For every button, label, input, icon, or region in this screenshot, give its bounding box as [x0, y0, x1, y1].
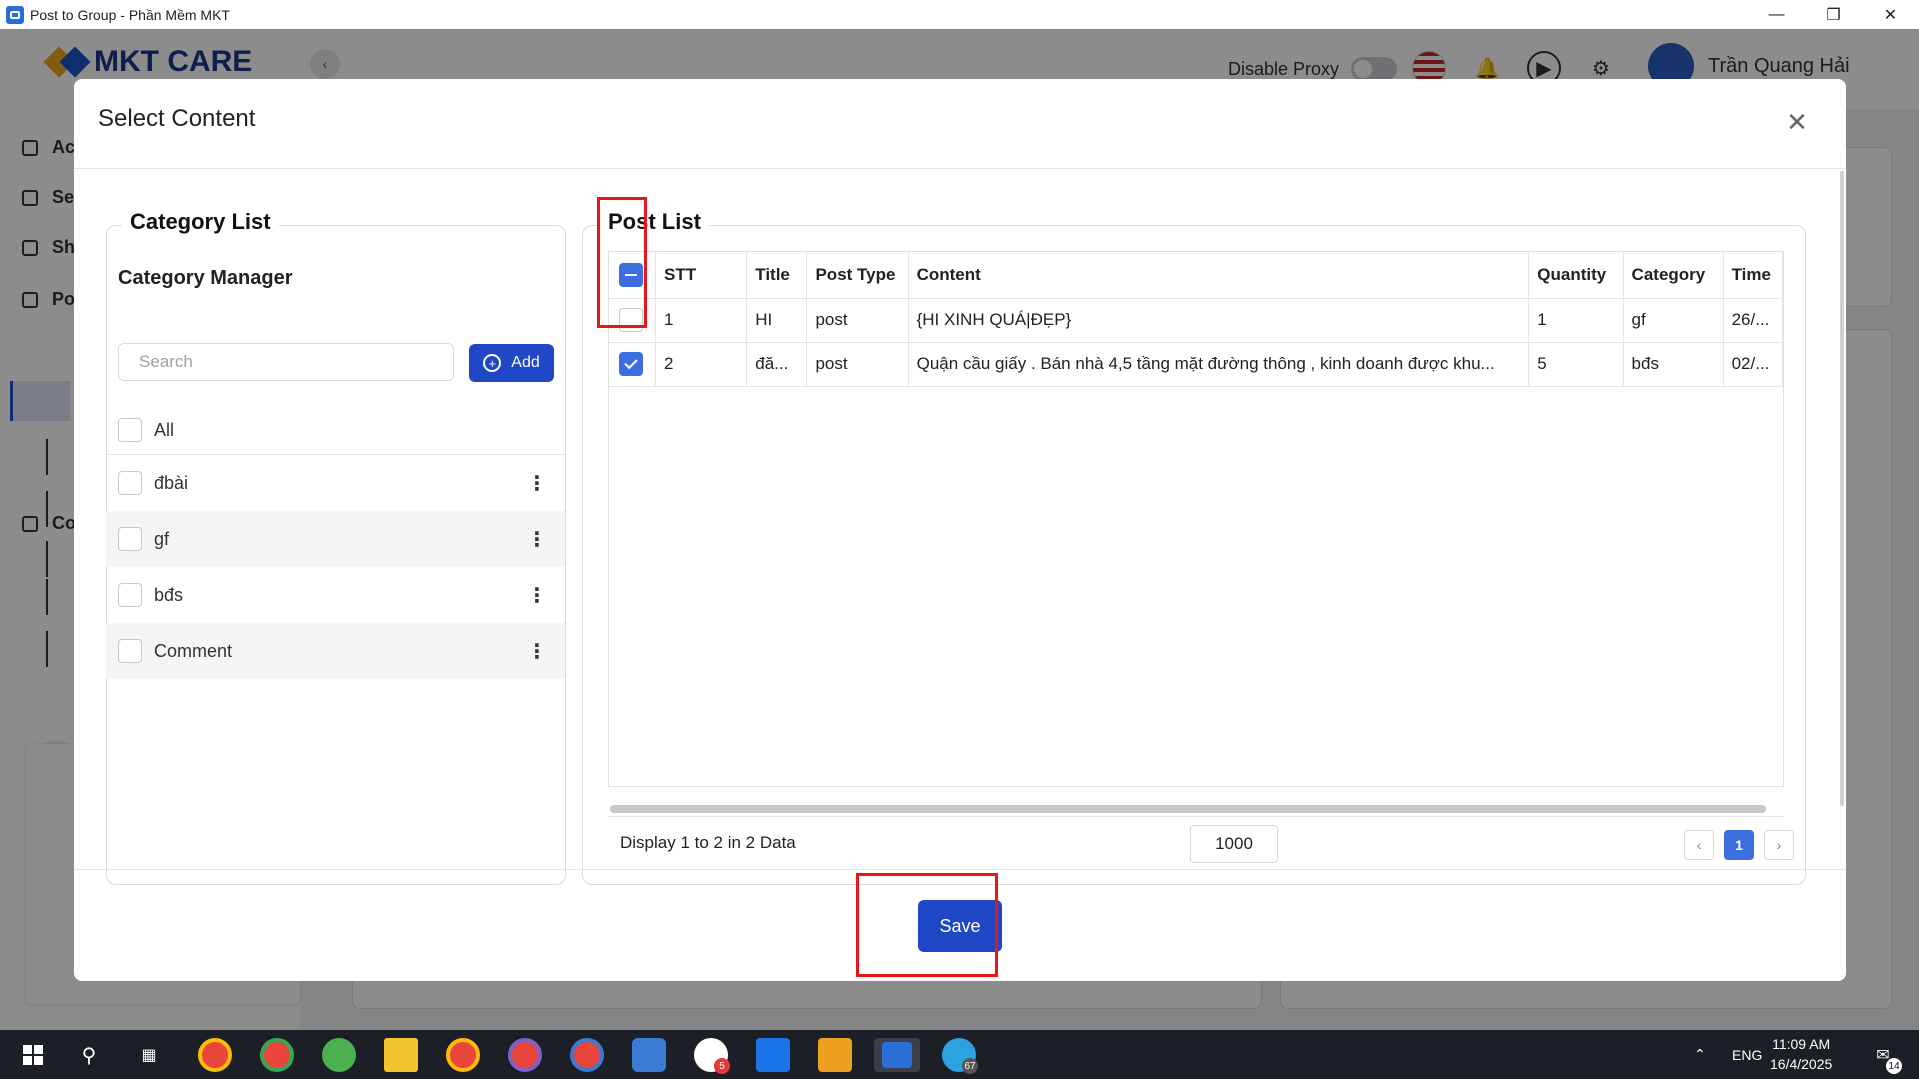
- highlight-box-save: [856, 873, 998, 977]
- category-checkbox[interactable]: [118, 639, 142, 663]
- chrome-icon[interactable]: [446, 1038, 480, 1072]
- column-header-category[interactable]: Category: [1623, 252, 1724, 299]
- mkt-care-active-icon[interactable]: [874, 1038, 920, 1072]
- column-header-time[interactable]: Time: [1723, 252, 1783, 299]
- column-header-quantity[interactable]: Quantity: [1528, 252, 1624, 299]
- cell-post-type: post: [806, 298, 909, 343]
- category-checkbox[interactable]: [118, 527, 142, 551]
- notification-icon[interactable]: ✉ 14: [1866, 1038, 1902, 1074]
- category-manager-title: Category Manager: [118, 267, 293, 289]
- modal-scrollbar[interactable]: [1840, 171, 1844, 806]
- highlight-box-checkboxes: [597, 197, 647, 328]
- file-explorer-icon[interactable]: [384, 1038, 418, 1072]
- post-table: STT Title Post Type Content Quantity Cat…: [608, 251, 1784, 787]
- clock-time: 11:09 AM: [1772, 1036, 1831, 1052]
- cell-title: HI: [746, 298, 808, 343]
- minimize-icon[interactable]: —: [1748, 0, 1805, 29]
- cell-quantity: 1: [1528, 298, 1624, 343]
- category-label: bđs: [154, 584, 184, 605]
- search-icon[interactable]: ⚲: [72, 1038, 106, 1072]
- column-header-stt[interactable]: STT: [655, 252, 748, 299]
- app-icon: [6, 5, 24, 24]
- display-count-text: Display 1 to 2 in 2 Data: [620, 833, 796, 852]
- category-item[interactable]: bđs ⋮: [106, 567, 565, 623]
- table-row[interactable]: 1 HI post {HI XINH QUÁ|ĐẸP} 1 gf 26/...: [609, 298, 1783, 343]
- cell-title: đă...: [746, 342, 808, 387]
- restore-icon[interactable]: ❐: [1805, 0, 1862, 29]
- cell-category: gf: [1623, 298, 1724, 343]
- category-checkbox[interactable]: [118, 583, 142, 607]
- zalo-icon[interactable]: 5: [694, 1038, 730, 1074]
- zalo-badge: 5: [714, 1058, 730, 1074]
- row-select-cell: [609, 342, 656, 387]
- table-row[interactable]: 2 đă... post Quận cầu giấy . Bán nhà 4,5…: [609, 342, 1783, 387]
- close-icon[interactable]: ✕: [1782, 107, 1812, 137]
- window-controls: — ❐ ✕: [1748, 0, 1919, 29]
- category-label: đbài: [154, 472, 189, 493]
- more-vertical-icon[interactable]: ⋮: [527, 527, 547, 552]
- table-header-row: STT Title Post Type Content Quantity Cat…: [609, 252, 1783, 299]
- chrome-icon[interactable]: [198, 1038, 232, 1072]
- category-label: All: [154, 419, 175, 440]
- prev-page-icon[interactable]: ‹: [1684, 830, 1714, 860]
- category-item[interactable]: Comment ⋮: [106, 623, 565, 679]
- column-header-post-type[interactable]: Post Type: [806, 252, 909, 299]
- add-category-button[interactable]: + Add: [469, 344, 554, 382]
- cell-content: Quận cầu giấy . Bán nhà 4,5 tầng mặt đườ…: [908, 342, 1530, 387]
- telegram-icon[interactable]: 67: [942, 1038, 978, 1074]
- more-vertical-icon[interactable]: ⋮: [527, 583, 547, 608]
- windows-start-icon[interactable]: [16, 1038, 50, 1072]
- page-button[interactable]: 1: [1724, 830, 1754, 860]
- add-icon: +: [483, 354, 502, 372]
- select-content-modal: Select Content ✕ Category List Category …: [74, 79, 1846, 981]
- app-icon[interactable]: [756, 1038, 790, 1072]
- cell-post-type: post: [806, 342, 909, 387]
- close-window-icon[interactable]: ✕: [1862, 0, 1919, 29]
- modal-title: Select Content: [98, 105, 256, 132]
- modal-header: Select Content ✕: [74, 79, 1846, 169]
- category-item-all[interactable]: All: [106, 402, 565, 458]
- cell-stt: 2: [655, 342, 748, 387]
- clock-date: 16/4/2025: [1770, 1056, 1833, 1072]
- cell-time: 02/...: [1723, 342, 1783, 387]
- task-view-icon[interactable]: ▦: [132, 1038, 166, 1072]
- category-item[interactable]: đbài ⋮: [106, 455, 565, 511]
- window-title: Post to Group - Phần Mềm MKT: [30, 6, 230, 23]
- row-checkbox[interactable]: [619, 352, 643, 376]
- cell-content: {HI XINH QUÁ|ĐẸP}: [908, 298, 1530, 343]
- window-titlebar: Post to Group - Phần Mềm MKT — ❐ ✕: [0, 0, 1919, 29]
- category-search-input[interactable]: [118, 343, 454, 381]
- cell-time: 26/...: [1723, 298, 1783, 343]
- chrome-profile-icon[interactable]: [260, 1038, 294, 1072]
- remote-desktop-icon[interactable]: [632, 1038, 666, 1072]
- telegram-badge: 67: [962, 1058, 978, 1074]
- chrome-profile-icon[interactable]: [508, 1038, 542, 1072]
- taskbar: ⚲ ▦ 5 67 ⌃ ENG 11:09 AM 16/4/2025 ✉ 14: [0, 1030, 1919, 1079]
- category-item[interactable]: gf ⋮: [106, 511, 565, 567]
- horizontal-scrollbar[interactable]: [610, 805, 1766, 813]
- language-indicator[interactable]: ENG: [1732, 1030, 1762, 1079]
- tray-chevron-icon[interactable]: ⌃: [1694, 1030, 1706, 1079]
- page-size-input[interactable]: 1000: [1190, 825, 1278, 863]
- cell-quantity: 5: [1528, 342, 1624, 387]
- more-vertical-icon[interactable]: ⋮: [527, 471, 547, 496]
- category-checkbox[interactable]: [118, 471, 142, 495]
- browser-icon[interactable]: [322, 1038, 356, 1072]
- cell-stt: 1: [655, 298, 748, 343]
- mkt-app-icon[interactable]: [818, 1038, 852, 1072]
- chrome-profile-icon[interactable]: [570, 1038, 604, 1072]
- category-label: Comment: [154, 640, 233, 661]
- cell-category: bđs: [1623, 342, 1724, 387]
- category-checkbox[interactable]: [118, 418, 142, 442]
- add-label: Add: [511, 354, 540, 371]
- table-footer: Display 1 to 2 in 2 Data 1000 ‹ 1 ›: [608, 816, 1794, 868]
- clock[interactable]: 11:09 AM 16/4/2025: [1770, 1034, 1832, 1074]
- next-page-icon[interactable]: ›: [1764, 830, 1794, 860]
- column-header-title[interactable]: Title: [746, 252, 808, 299]
- notification-badge: 14: [1886, 1058, 1902, 1074]
- category-label: gf: [154, 528, 170, 549]
- more-vertical-icon[interactable]: ⋮: [527, 639, 547, 664]
- column-header-content[interactable]: Content: [908, 252, 1530, 299]
- category-legend: Category List: [122, 209, 279, 235]
